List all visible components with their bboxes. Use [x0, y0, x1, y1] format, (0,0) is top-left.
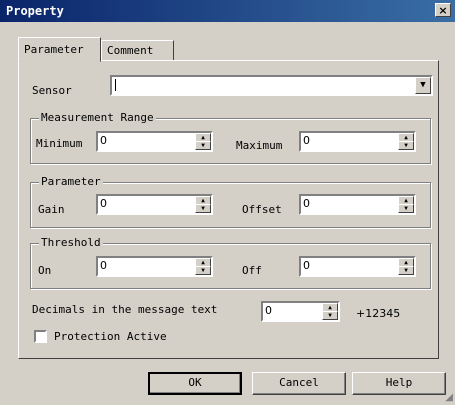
spin-down-icon[interactable]: ▼: [195, 266, 211, 275]
property-dialog: Property × Parameter Comment Sensor ▼ Me…: [0, 0, 455, 405]
ok-button[interactable]: OK: [148, 372, 242, 395]
tab-comment[interactable]: Comment: [101, 40, 174, 61]
measurement-range-title: Measurement Range: [39, 111, 156, 124]
decimals-preview: +12345: [356, 307, 401, 320]
spin-down-icon[interactable]: ▼: [195, 204, 211, 213]
resize-grip-icon[interactable]: ◢: [445, 392, 453, 403]
cancel-button[interactable]: Cancel: [252, 372, 346, 395]
sensor-label: Sensor: [32, 84, 72, 97]
spin-down-icon[interactable]: ▼: [195, 141, 211, 150]
maximum-spinbox[interactable]: 0 ▲ ▼: [299, 131, 416, 152]
parameter-group-title: Parameter: [39, 175, 103, 188]
gain-label: Gain: [38, 203, 65, 216]
tab-parameter[interactable]: Parameter: [18, 37, 101, 62]
chevron-down-icon[interactable]: ▼: [415, 77, 431, 94]
gain-spinbox[interactable]: 0 ▲ ▼: [96, 194, 213, 215]
decimals-spinbox[interactable]: 0 ▲ ▼: [261, 301, 340, 322]
gain-value: 0: [100, 197, 107, 210]
offset-value: 0: [303, 197, 310, 210]
spin-down-icon[interactable]: ▼: [398, 141, 414, 150]
minimum-spinbox[interactable]: 0 ▲ ▼: [96, 131, 213, 152]
spin-down-icon[interactable]: ▼: [398, 204, 414, 213]
threshold-on-value: 0: [100, 259, 107, 272]
protection-checkbox[interactable]: [34, 330, 47, 343]
spin-down-icon[interactable]: ▼: [322, 311, 338, 320]
offset-label: Offset: [242, 203, 282, 216]
threshold-off-spinbox[interactable]: 0 ▲ ▼: [299, 256, 416, 277]
maximum-value: 0: [303, 134, 310, 147]
text-cursor: [115, 79, 116, 91]
threshold-on-spinbox[interactable]: 0 ▲ ▼: [96, 256, 213, 277]
title-bar[interactable]: Property ×: [0, 0, 455, 22]
threshold-title: Threshold: [39, 236, 103, 249]
close-button[interactable]: ×: [435, 3, 451, 17]
maximum-label: Maximum: [236, 139, 283, 152]
protection-label[interactable]: Protection Active: [54, 330, 167, 343]
offset-spinbox[interactable]: 0 ▲ ▼: [299, 194, 416, 215]
off-label: Off: [242, 264, 262, 277]
on-label: On: [38, 264, 52, 277]
window-title: Property: [6, 4, 64, 18]
threshold-off-value: 0: [303, 259, 310, 272]
decimals-value: 0: [265, 304, 272, 317]
help-button[interactable]: Help: [352, 372, 446, 395]
sensor-combobox[interactable]: ▼: [110, 75, 433, 96]
spin-down-icon[interactable]: ▼: [398, 266, 414, 275]
decimals-label: Decimals in the message text: [32, 303, 218, 316]
minimum-label: Minimum: [36, 137, 83, 150]
minimum-value: 0: [100, 134, 107, 147]
